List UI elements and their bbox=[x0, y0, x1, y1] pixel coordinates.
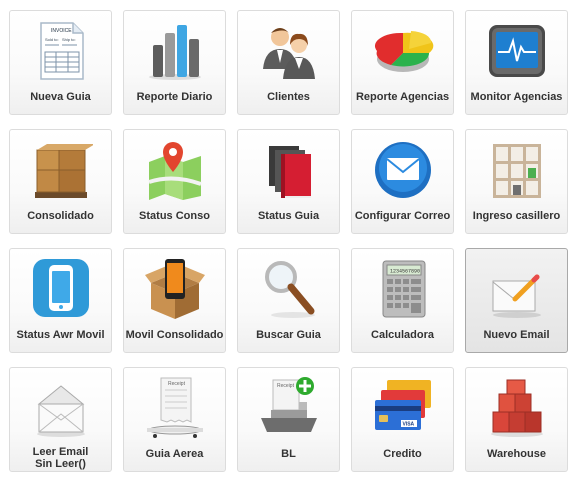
tile-label: Credito bbox=[383, 448, 422, 460]
tile-label: Buscar Guia bbox=[256, 329, 321, 341]
tile-status-awr-movil[interactable]: Status Awr Movil bbox=[9, 248, 112, 353]
shelf-cabinet-icon bbox=[485, 138, 549, 202]
tile-label: Movil Consolidado bbox=[125, 329, 224, 341]
tile-credito[interactable]: VISA Credito bbox=[351, 367, 454, 472]
invoice-document-icon: INVOICE Sold to: Ship to: bbox=[29, 19, 93, 83]
tile-label: Warehouse bbox=[487, 448, 546, 460]
envelope-pencil-icon bbox=[485, 257, 549, 321]
tile-calculadora[interactable]: 1234567890 Calculadora bbox=[351, 248, 454, 353]
tile-label: Leer Email Sin Leer() bbox=[32, 446, 89, 470]
warehouse-boxes-icon bbox=[485, 376, 549, 440]
svg-text:VISA: VISA bbox=[402, 422, 414, 428]
tile-reporte-agencias[interactable]: Reporte Agencias bbox=[351, 10, 454, 115]
svg-text:Receipt: Receipt bbox=[168, 381, 186, 387]
tile-status-guia[interactable]: Status Guia bbox=[237, 129, 340, 234]
tile-label: Nueva Guia bbox=[30, 91, 91, 103]
phone-box-icon bbox=[143, 257, 207, 321]
tile-bl[interactable]: Receipt BL bbox=[237, 367, 340, 472]
tile-nuevo-email[interactable]: Nuevo Email bbox=[465, 248, 568, 353]
tile-guia-aerea[interactable]: Receipt Guia Aerea bbox=[123, 367, 226, 472]
tile-label: Calculadora bbox=[371, 329, 434, 341]
tile-buscar-guia[interactable]: Buscar Guia bbox=[237, 248, 340, 353]
monitor-heartbeat-icon bbox=[485, 19, 549, 83]
tile-label: Monitor Agencias bbox=[470, 91, 563, 103]
bar-chart-icon bbox=[143, 19, 207, 83]
tile-consolidado[interactable]: Consolidado bbox=[9, 129, 112, 234]
tile-leer-email[interactable]: Leer Email Sin Leer() bbox=[9, 367, 112, 472]
mail-envelope-icon bbox=[371, 138, 435, 202]
tile-label: Reporte Diario bbox=[136, 91, 213, 103]
tile-label: Consolidado bbox=[27, 210, 94, 222]
tile-ingreso-casillero[interactable]: Ingreso casillero bbox=[465, 129, 568, 234]
tile-label: Nuevo Email bbox=[483, 329, 550, 341]
tile-reporte-diario[interactable]: Reporte Diario bbox=[123, 10, 226, 115]
tile-label: Status Conso bbox=[139, 210, 210, 222]
svg-text:1234567890: 1234567890 bbox=[390, 269, 420, 275]
tile-clientes[interactable]: Clientes bbox=[237, 10, 340, 115]
tile-label: Status Awr Movil bbox=[16, 329, 105, 341]
books-icon bbox=[257, 138, 321, 202]
pallet-boxes-icon bbox=[29, 138, 93, 202]
tile-label: Guia Aerea bbox=[145, 448, 204, 460]
tile-warehouse[interactable]: Warehouse bbox=[465, 367, 568, 472]
svg-text:Ship to:: Ship to: bbox=[62, 37, 76, 42]
tile-monitor-agencias[interactable]: Monitor Agencias bbox=[465, 10, 568, 115]
calculator-icon: 1234567890 bbox=[371, 257, 435, 321]
tile-movil-consolidado[interactable]: Movil Consolidado bbox=[123, 248, 226, 353]
smartphone-icon bbox=[29, 257, 93, 321]
tile-label: Configurar Correo bbox=[354, 210, 451, 222]
tile-label: Reporte Agencias bbox=[355, 91, 450, 103]
credit-cards-icon: VISA bbox=[371, 376, 435, 440]
airplane-receipt-icon: Receipt bbox=[143, 376, 207, 440]
tile-configurar-correo[interactable]: Configurar Correo bbox=[351, 129, 454, 234]
svg-text:Sold to:: Sold to: bbox=[45, 37, 59, 42]
map-pin-icon bbox=[143, 138, 207, 202]
tile-label: BL bbox=[281, 448, 296, 460]
tile-nueva-guia[interactable]: INVOICE Sold to: Ship to: Nueva Guia bbox=[9, 10, 112, 115]
tile-status-conso[interactable]: Status Conso bbox=[123, 129, 226, 234]
ship-receipt-icon: Receipt bbox=[257, 376, 321, 440]
magnifier-icon bbox=[257, 257, 321, 321]
svg-text:INVOICE: INVOICE bbox=[51, 28, 72, 34]
tile-label: Clientes bbox=[267, 91, 310, 103]
svg-text:Receipt: Receipt bbox=[277, 383, 295, 389]
pie-chart-icon bbox=[371, 19, 435, 83]
app-grid: INVOICE Sold to: Ship to: Nueva Guia Rep… bbox=[0, 0, 579, 484]
tile-label: Status Guia bbox=[257, 210, 320, 222]
tile-label: Ingreso casillero bbox=[472, 210, 561, 222]
users-icon bbox=[257, 19, 321, 83]
open-envelope-icon bbox=[29, 376, 93, 440]
